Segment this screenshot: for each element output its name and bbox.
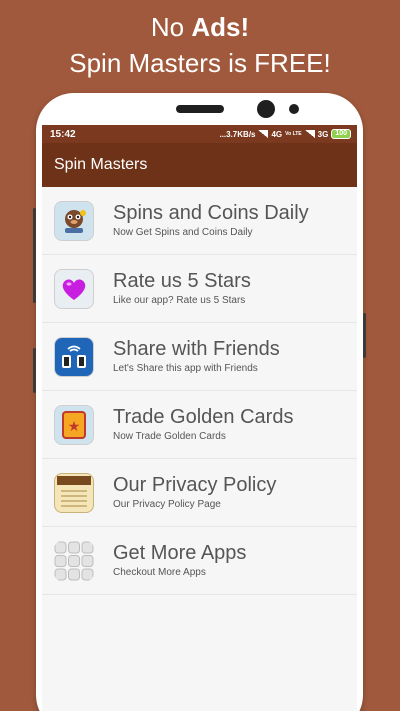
menu-item-text: Share with Friends Let's Share this app … [113, 337, 280, 376]
notepad-icon [54, 472, 94, 513]
status-bar: 15:42 ...3.7KB/s 4G Vo LTE 3G 100 [42, 125, 357, 143]
status-volte: Vo LTE [285, 131, 302, 137]
app-title: Spin Masters [54, 156, 148, 173]
phone-frame: 15:42 ...3.7KB/s 4G Vo LTE 3G 100 Spin M… [33, 93, 366, 711]
phone-sensor [289, 104, 299, 114]
menu-item-title: Get More Apps [113, 542, 247, 564]
menu-item-privacy-policy[interactable]: Our Privacy Policy Our Privacy Policy Pa… [42, 459, 357, 527]
promo-line-1: No Ads! [0, 8, 400, 46]
menu-item-subtitle: Now Get Spins and Coins Daily [113, 227, 253, 238]
menu-item-text: Trade Golden Cards Now Trade Golden Card… [113, 405, 293, 444]
svg-text:★: ★ [68, 419, 81, 435]
app-bar: Spin Masters [42, 143, 357, 187]
signal-icon [258, 130, 269, 138]
pig-coins-icon [54, 200, 94, 241]
menu-item-trade-cards[interactable]: ★ Trade Golden Cards Now Trade Golden Ca… [42, 391, 357, 459]
status-indicators: ...3.7KB/s 4G Vo LTE 3G 100 [219, 129, 351, 139]
menu-item-subtitle: Checkout More Apps [113, 567, 206, 578]
menu-item-subtitle: Let's Share this app with Friends [113, 363, 258, 374]
menu-item-subtitle: Now Trade Golden Cards [113, 431, 226, 442]
menu-item-text: Our Privacy Policy Our Privacy Policy Pa… [113, 473, 276, 512]
menu-item-title: Spins and Coins Daily [113, 202, 309, 224]
menu-item-spins-coins[interactable]: Spins and Coins Daily Now Get Spins and … [42, 187, 357, 255]
menu-item-title: Our Privacy Policy [113, 474, 277, 496]
signal-icon-2 [304, 130, 315, 138]
app-grid-icon [54, 541, 94, 581]
phone-speaker [176, 105, 224, 113]
menu-item-subtitle: Our Privacy Policy Page [113, 499, 221, 510]
menu-item-text: Rate us 5 Stars Like our app? Rate us 5 … [113, 269, 251, 308]
menu-item-title: Share with Friends [113, 338, 280, 360]
phone-side-button-right [363, 313, 366, 358]
menu-item-title: Trade Golden Cards [113, 406, 294, 428]
phone-side-button-left-upper [33, 208, 36, 303]
share-friends-icon [54, 336, 94, 377]
heart-icon [54, 268, 94, 309]
phone-camera [257, 100, 275, 118]
phone-side-button-left-lower [33, 348, 36, 393]
phone-screen: 15:42 ...3.7KB/s 4G Vo LTE 3G 100 Spin M… [42, 125, 357, 711]
promo-header: No Ads! Spin Masters is FREE! [0, 8, 400, 80]
golden-card-icon: ★ [54, 404, 94, 445]
status-network-2: 3G [317, 129, 329, 139]
promo-line-2: Spin Masters is FREE! [69, 48, 331, 78]
menu-item-text: Spins and Coins Daily Now Get Spins and … [113, 201, 309, 240]
status-speed: ...3.7KB/s [219, 129, 256, 139]
battery-icon: 100 [331, 129, 351, 139]
status-network-1: 4G [271, 129, 283, 139]
menu-item-subtitle: Like our app? Rate us 5 Stars [113, 295, 246, 306]
status-time: 15:42 [50, 128, 76, 140]
menu-item-rate-us[interactable]: Rate us 5 Stars Like our app? Rate us 5 … [42, 255, 357, 323]
menu-list: Spins and Coins Daily Now Get Spins and … [42, 187, 357, 595]
promo-prefix: No [150, 12, 192, 42]
menu-item-text: Get More Apps Checkout More Apps [113, 541, 246, 580]
menu-item-more-apps[interactable]: Get More Apps Checkout More Apps [42, 527, 357, 595]
promo-bold: Ads! [191, 12, 250, 42]
menu-item-share-friends[interactable]: Share with Friends Let's Share this app … [42, 323, 357, 391]
menu-item-title: Rate us 5 Stars [113, 270, 251, 292]
